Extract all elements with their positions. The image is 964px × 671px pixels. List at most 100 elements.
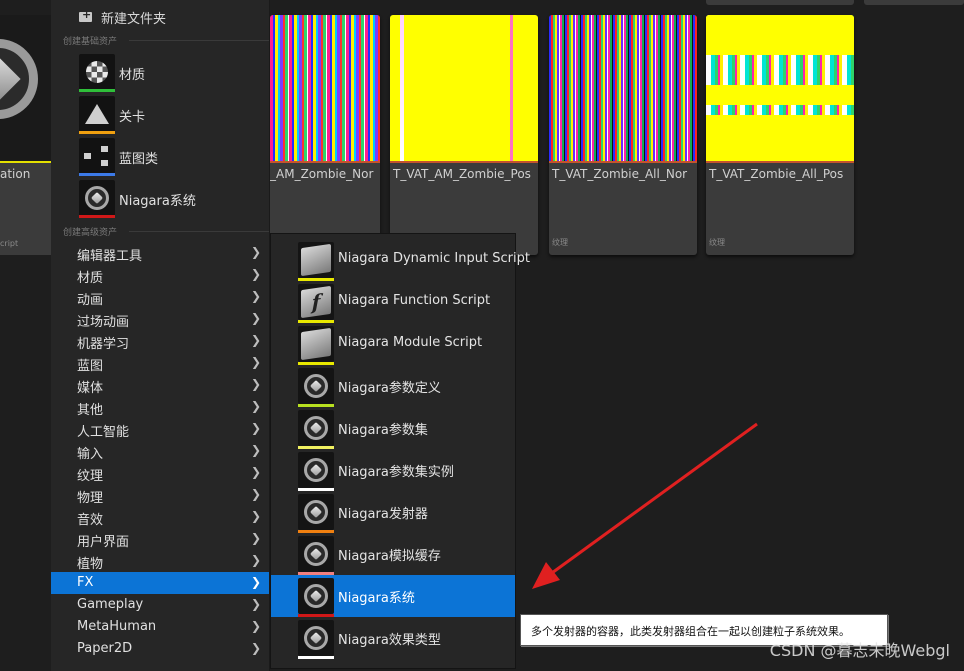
chevron-right-icon: ❯ xyxy=(250,267,261,281)
submenu-item-dynamic-input-script[interactable]: Niagara Dynamic Input Script xyxy=(271,239,530,281)
submenu-item-label: Niagara模拟缓存 xyxy=(338,549,441,564)
category-machine-learning[interactable]: 机器学习 ❯ xyxy=(51,330,269,352)
asset-name: T_VAT_Zombie_All_Pos xyxy=(709,167,844,181)
category-label: 音效 xyxy=(77,513,104,528)
category-label: Gameplay xyxy=(77,597,144,612)
category-foliage[interactable]: 植物 ❯ xyxy=(51,550,269,572)
asset-thumbnail xyxy=(549,15,697,161)
niagara-orb-icon xyxy=(298,536,334,575)
category-label: 用户界面 xyxy=(77,535,130,550)
category-sounds[interactable]: 音效 ❯ xyxy=(51,506,269,528)
chevron-right-icon: ❯ xyxy=(250,245,261,259)
chevron-right-icon: ❯ xyxy=(250,465,261,479)
menu-item-label: 材质 xyxy=(119,67,146,83)
submenu-item-parameter-definitions[interactable]: Niagara参数定义 xyxy=(271,365,515,407)
asset-name: ation xyxy=(0,167,31,181)
asset-type-line xyxy=(270,161,380,163)
category-user-interface[interactable]: 用户界面 ❯ xyxy=(51,528,269,550)
submenu-item-effect-type[interactable]: Niagara效果类型 xyxy=(271,617,515,659)
submenu-item-function-script[interactable]: f Niagara Function Script xyxy=(271,281,515,323)
fx-submenu: Niagara Dynamic Input Script f Niagara F… xyxy=(270,233,530,669)
category-fx[interactable]: FX ❯ xyxy=(51,572,269,594)
chevron-right-icon: ❯ xyxy=(250,641,261,655)
asset-type: 纹理 xyxy=(709,238,725,247)
function-script-icon: f xyxy=(298,284,334,323)
watermark: CSDN @暮志未晚Webgl xyxy=(769,641,950,660)
tile-top-strip xyxy=(864,0,964,5)
chevron-right-icon: ❯ xyxy=(250,377,261,391)
category-label: 材质 xyxy=(77,271,104,286)
folder-add-icon xyxy=(79,8,92,22)
basic-assets-section-header: 创建基础资产 xyxy=(63,34,270,47)
chevron-right-icon: ❯ xyxy=(250,619,261,633)
asset-thumbnail xyxy=(706,15,854,161)
niagara-orb-icon xyxy=(298,452,334,491)
category-label: 人工智能 xyxy=(77,425,130,440)
category-material[interactable]: 材质 ❯ xyxy=(51,264,269,286)
category-blueprint[interactable]: 蓝图 ❯ xyxy=(51,352,269,374)
material-icon xyxy=(79,54,115,92)
category-editor-tools[interactable]: 编辑器工具 ❯ xyxy=(51,242,269,264)
category-label: 过场动画 xyxy=(77,315,130,330)
category-label: 媒体 xyxy=(77,381,104,396)
category-metahuman[interactable]: MetaHuman ❯ xyxy=(51,616,269,638)
asset-tile[interactable]: T_VAT_Zombie_All_Pos 纹理 xyxy=(706,15,854,255)
chevron-right-icon: ❯ xyxy=(250,311,261,325)
category-label: MetaHuman xyxy=(77,619,157,634)
chevron-right-icon: ❯ xyxy=(250,333,261,347)
chevron-right-icon: ❯ xyxy=(250,355,261,369)
asset-color-bar xyxy=(79,89,115,92)
category-label: 编辑器工具 xyxy=(77,249,143,264)
niagara-orb-icon xyxy=(298,410,334,449)
asset-type: cript xyxy=(0,239,19,248)
category-input[interactable]: 输入 ❯ xyxy=(51,440,269,462)
category-gameplay[interactable]: Gameplay ❯ xyxy=(51,594,269,616)
category-label: 蓝图 xyxy=(77,359,104,374)
submenu-item-parameter-collection-instance[interactable]: Niagara参数集实例 xyxy=(271,449,515,491)
asset-tile[interactable]: T_VAT_AM_Zombie_Pos xyxy=(390,15,538,255)
asset-tile[interactable]: T_VAT_Zombie_All_Nor 纹理 xyxy=(549,15,697,255)
asset-color-bar xyxy=(79,173,115,176)
submenu-item-parameter-collection[interactable]: Niagara参数集 xyxy=(271,407,515,449)
asset-name: _AM_Zombie_Nor xyxy=(270,167,374,181)
category-animation[interactable]: 动画 ❯ xyxy=(51,286,269,308)
category-cinematics[interactable]: 过场动画 ❯ xyxy=(51,308,269,330)
menu-item-material[interactable]: 材质 xyxy=(51,52,269,94)
category-miscellaneous[interactable]: 其他 ❯ xyxy=(51,396,269,418)
niagara-orb-icon xyxy=(298,578,334,617)
submenu-item-sim-cache[interactable]: Niagara模拟缓存 xyxy=(271,533,515,575)
category-ai[interactable]: 人工智能 ❯ xyxy=(51,418,269,440)
asset-tile[interactable]: ation cript xyxy=(0,15,52,255)
asset-name: T_VAT_Zombie_All_Nor xyxy=(552,167,688,181)
menu-item-niagara-system[interactable]: Niagara系统 xyxy=(51,178,269,220)
niagara-system-icon xyxy=(79,180,115,218)
submenu-item-module-script[interactable]: Niagara Module Script xyxy=(271,323,515,365)
category-physics[interactable]: 物理 ❯ xyxy=(51,484,269,506)
submenu-item-label: Niagara参数集 xyxy=(338,423,428,438)
category-paper2d[interactable]: Paper2D ❯ xyxy=(51,638,269,660)
asset-type-line xyxy=(549,161,697,163)
niagara-orb-icon xyxy=(298,368,334,407)
menu-item-label: 关卡 xyxy=(119,109,146,125)
blueprint-icon xyxy=(79,138,115,176)
menu-item-blueprint-class[interactable]: 蓝图类 xyxy=(51,136,269,178)
asset-thumbnail xyxy=(0,15,52,161)
menu-item-level[interactable]: 关卡 xyxy=(51,94,269,136)
category-label: 动画 xyxy=(77,293,104,308)
category-label: 植物 xyxy=(77,557,104,572)
script-icon xyxy=(298,242,334,281)
submenu-item-label: Niagara Dynamic Input Script xyxy=(338,251,530,266)
submenu-item-emitter[interactable]: Niagara发射器 xyxy=(271,491,515,533)
asset-type-line xyxy=(706,161,854,163)
category-media[interactable]: 媒体 ❯ xyxy=(51,374,269,396)
chevron-right-icon: ❯ xyxy=(250,509,261,523)
asset-tile[interactable]: _AM_Zombie_Nor xyxy=(270,15,380,255)
niagara-orb-icon xyxy=(298,620,334,659)
menu-item-label: Niagara系统 xyxy=(119,193,196,209)
submenu-item-label: Niagara效果类型 xyxy=(338,633,441,648)
submenu-item-niagara-system[interactable]: Niagara系统 xyxy=(271,575,515,617)
category-label: 机器学习 xyxy=(77,337,130,352)
category-texture[interactable]: 纹理 ❯ xyxy=(51,462,269,484)
asset-color-bar xyxy=(79,215,115,218)
new-folder-item[interactable]: 新建文件夹 xyxy=(51,6,269,28)
